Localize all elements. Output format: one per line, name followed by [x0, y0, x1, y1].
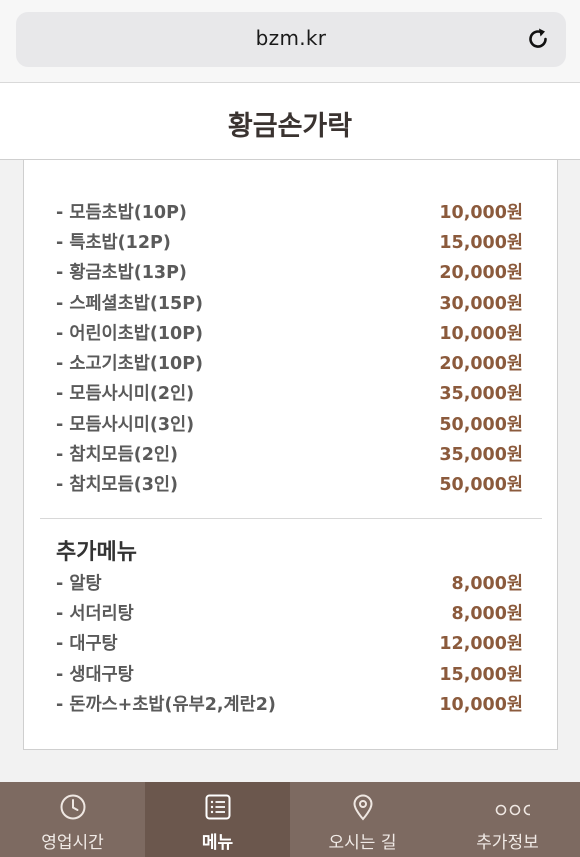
content-area: - 모듬초밥(10P) 10,000원 - 특초밥(12P) 15,000원 - 황…: [0, 160, 580, 782]
tab-label: 오시는 길: [328, 833, 397, 853]
extra-menu-item: - 서더리탕 8,000원: [24, 597, 557, 627]
menu-item: - 참치모듬(3인) 50,000원: [24, 469, 557, 499]
menu-item-name: - 참치모듬(2인): [56, 445, 179, 466]
menu-item-price: 15,000원: [439, 232, 523, 253]
reload-icon[interactable]: [524, 25, 552, 53]
tab-more-info[interactable]: 추가정보: [435, 782, 580, 857]
extra-menu-item: - 돈까스+초밥(유부2,계란2) 10,000원: [24, 688, 557, 718]
menu-item-price: 10,000원: [439, 323, 523, 344]
tab-label: 영업시간: [41, 833, 104, 853]
menu-item-name: - 돈까스+초밥(유부2,계란2): [56, 694, 276, 715]
menu-item-name: - 스페셜초밥(15P): [56, 293, 204, 314]
extra-menu-item: - 알탕 8,000원: [24, 567, 557, 597]
menu-item-name: - 참치모듬(3인): [56, 475, 179, 496]
location-pin-icon: [352, 794, 373, 821]
menu-item-price: 35,000원: [439, 384, 523, 405]
menu-item-name: - 모듬초밥(10P): [56, 202, 187, 223]
menu-item-name: - 어린이초밥(10P): [56, 323, 204, 344]
menu-item-price: 10,000원: [439, 694, 523, 715]
menu-item-name: - 서더리탕: [56, 603, 134, 624]
menu-item: - 스페셜초밥(15P) 30,000원: [24, 287, 557, 317]
menu-item-name: - 생대구탕: [56, 664, 134, 685]
menu-item-price: 50,000원: [439, 475, 523, 496]
menu-item: - 소고기초밥(10P) 20,000원: [24, 347, 557, 377]
menu-item-name: - 소고기초밥(10P): [56, 354, 204, 375]
menu-item-price: 15,000원: [439, 664, 523, 685]
menu-item: - 모듬사시미(2인) 35,000원: [24, 378, 557, 408]
page-header: 황금손가락: [0, 84, 580, 160]
menu-item-price: 20,000원: [439, 354, 523, 375]
menu-item-price: 12,000원: [439, 634, 523, 655]
menu-item: - 참치모듬(2인) 35,000원: [24, 438, 557, 468]
menu-item-price: 30,000원: [439, 293, 523, 314]
browser-bar: bzm.kr: [0, 0, 580, 83]
bottom-tab-bar: 영업시간 메뉴 오시는 길 추가정보: [0, 782, 580, 857]
page-title: 황금손가락: [227, 111, 353, 142]
menu-item-name: - 알탕: [56, 573, 102, 594]
extra-menu-title: 추가메뉴: [56, 540, 137, 565]
clock-icon: [60, 794, 85, 820]
menu-item: - 모듬초밥(10P) 10,000원: [24, 196, 557, 226]
section-divider: [40, 518, 542, 519]
address-bar[interactable]: bzm.kr: [16, 12, 566, 67]
tab-menu[interactable]: 메뉴: [145, 782, 290, 857]
menu-item: - 모듬사시미(3인) 50,000원: [24, 408, 557, 438]
menu-item-name: - 모듬사시미(3인): [56, 414, 195, 435]
menu-item-price: 20,000원: [439, 263, 523, 284]
tab-directions[interactable]: 오시는 길: [290, 782, 435, 857]
extra-menu-list: - 알탕 8,000원 - 서더리탕 8,000원 - 대구탕 12,000원 - 생…: [24, 567, 557, 718]
more-dots-icon: [495, 804, 530, 816]
extra-menu-item: - 대구탕 12,000원: [24, 628, 557, 658]
menu-item-price: 10,000원: [439, 202, 523, 223]
extra-menu-item: - 생대구탕 15,000원: [24, 658, 557, 688]
menu-item-price: 50,000원: [439, 414, 523, 435]
list-icon: [205, 794, 230, 820]
menu-list: - 모듬초밥(10P) 10,000원 - 특초밥(12P) 15,000원 - 황…: [24, 196, 557, 499]
menu-item-name: - 모듬사시미(2인): [56, 384, 195, 405]
menu-card: - 모듬초밥(10P) 10,000원 - 특초밥(12P) 15,000원 - 황…: [23, 160, 558, 750]
tab-label: 추가정보: [476, 833, 539, 853]
menu-item: - 어린이초밥(10P) 10,000원: [24, 317, 557, 347]
url-text: bzm.kr: [255, 26, 327, 50]
menu-item-name: - 특초밥(12P): [56, 232, 171, 253]
menu-item-price: 8,000원: [451, 573, 523, 594]
menu-item-name: - 황금초밥(13P): [56, 263, 187, 284]
tab-label: 메뉴: [201, 833, 234, 853]
menu-item-name: - 대구탕: [56, 634, 118, 655]
menu-item-price: 35,000원: [439, 445, 523, 466]
menu-item-price: 8,000원: [451, 603, 523, 624]
menu-item: - 황금초밥(13P) 20,000원: [24, 257, 557, 287]
menu-item: - 특초밥(12P) 15,000원: [24, 226, 557, 256]
tab-business-hours[interactable]: 영업시간: [0, 782, 145, 857]
